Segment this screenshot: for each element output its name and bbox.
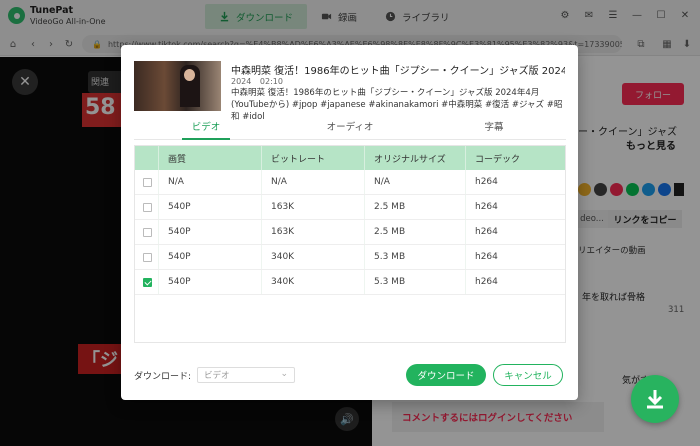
video-thumbnail	[134, 61, 221, 111]
row-checkbox[interactable]	[143, 177, 152, 187]
header-codec: コーデック	[475, 154, 521, 165]
cell-size: 5.3 MB	[365, 245, 466, 269]
video-description: 中森明菜 復活！1986年のヒット曲「ジプシー・クイーン」ジャズ版 2024年4…	[231, 88, 563, 122]
cell-codec: h264	[475, 202, 498, 212]
cell-codec: h264	[475, 252, 498, 262]
video-duration: 02:10	[259, 77, 283, 86]
download-fab[interactable]	[631, 375, 679, 423]
video-title: 中森明菜 復活！1986年のヒット曲「ジプシー・クイーン」ジャズ版 2024..…	[231, 66, 565, 77]
download-type-label: ダウンロード:	[134, 372, 192, 382]
download-arrow-icon	[647, 390, 663, 409]
header-size: オリジナルサイズ	[365, 146, 466, 170]
video-year: 2024	[231, 77, 252, 86]
row-check-cell	[135, 195, 159, 219]
table-row[interactable]: 540P 340K 5.3 MB h264	[135, 270, 565, 295]
cell-bitrate: N/A	[262, 170, 365, 194]
cell-codec: h264	[475, 177, 498, 187]
cell-bitrate: 163K	[262, 220, 365, 244]
row-checkbox[interactable]	[143, 227, 152, 237]
row-check-cell	[135, 245, 159, 269]
cell-quality: 540P	[159, 195, 262, 219]
cell-codec: h264	[475, 277, 498, 287]
app-window: TunePat VideoGo All-in-One ダウンロード 録画 ライブ…	[0, 0, 700, 446]
tab-video[interactable]: ビデオ	[134, 120, 278, 140]
table-header: 画質 ビットレート オリジナルサイズ コーデック	[135, 146, 565, 170]
row-checkbox-checked[interactable]	[143, 277, 152, 287]
header-bitrate: ビットレート	[262, 146, 365, 170]
cell-quality: N/A	[159, 170, 262, 194]
cell-size: 2.5 MB	[365, 220, 466, 244]
cell-codec: h264	[475, 227, 498, 237]
download-button[interactable]: ダウンロード	[406, 364, 486, 386]
row-checkbox[interactable]	[143, 252, 152, 262]
row-check-cell	[135, 220, 159, 244]
table-row[interactable]: N/A N/A N/A h264	[135, 170, 565, 195]
tab-subtitle[interactable]: 字幕	[422, 120, 566, 139]
table-row[interactable]: 540P 163K 2.5 MB h264	[135, 195, 565, 220]
video-meta: 2024 02:10	[231, 77, 289, 86]
cell-size: 5.3 MB	[365, 270, 466, 294]
cell-quality: 540P	[159, 270, 262, 294]
chevron-down-icon: ⌄	[280, 369, 288, 379]
cell-size: N/A	[365, 170, 466, 194]
cell-bitrate: 340K	[262, 270, 365, 294]
header-quality: 画質	[159, 146, 262, 170]
row-check-cell	[135, 170, 159, 194]
cell-size: 2.5 MB	[365, 195, 466, 219]
cell-bitrate: 163K	[262, 195, 365, 219]
row-checkbox[interactable]	[143, 202, 152, 212]
table-row[interactable]: 540P 340K 5.3 MB h264	[135, 245, 565, 270]
format-table: 画質 ビットレート オリジナルサイズ コーデック N/A N/A N/A h26…	[134, 145, 566, 343]
cell-quality: 540P	[159, 220, 262, 244]
tab-audio[interactable]: オーディオ	[278, 120, 422, 139]
header-check	[135, 146, 159, 170]
download-dialog: 中森明菜 復活！1986年のヒット曲「ジプシー・クイーン」ジャズ版 2024..…	[121, 45, 578, 400]
cancel-button[interactable]: キャンセル	[493, 364, 563, 386]
format-tabs: ビデオ オーディオ 字幕	[134, 120, 566, 140]
download-type-value: ビデオ	[204, 371, 230, 381]
row-check-cell	[135, 270, 159, 294]
cell-quality: 540P	[159, 245, 262, 269]
thumbnail-face	[184, 69, 195, 81]
table-row[interactable]: 540P 163K 2.5 MB h264	[135, 220, 565, 245]
download-type-select[interactable]: ビデオ ⌄	[197, 367, 295, 383]
cell-bitrate: 340K	[262, 245, 365, 269]
